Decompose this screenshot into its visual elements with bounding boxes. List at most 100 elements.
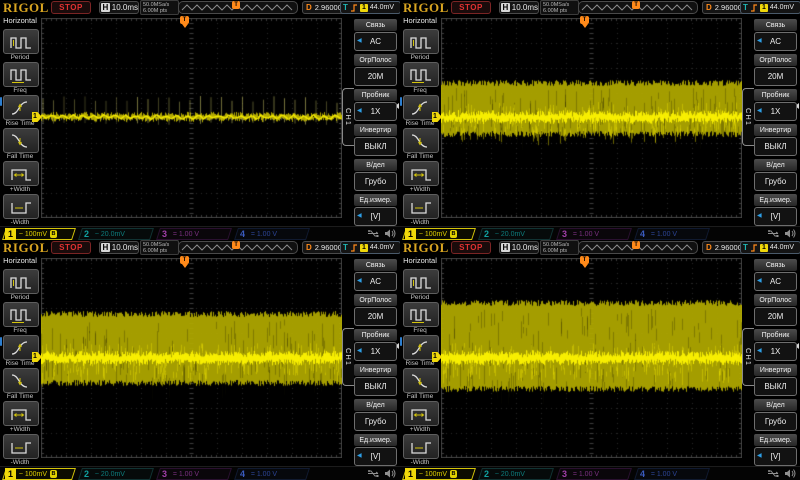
trigger-position-in-memory-icon[interactable]: T xyxy=(632,1,641,9)
menu-item-bandwidth[interactable]: ОгрПолос ◀20M xyxy=(754,54,797,86)
channel4-status[interactable]: 4 = 1.00 V xyxy=(234,468,310,480)
fall-time-button[interactable] xyxy=(3,368,39,393)
probe-value[interactable]: ◀ 1X xyxy=(754,342,797,361)
trigger-position-marker[interactable]: T xyxy=(580,16,589,28)
freq-button[interactable] xyxy=(3,302,39,327)
plus-width-button[interactable] xyxy=(3,401,39,426)
channel1-status[interactable]: 1 ~ 100mV B xyxy=(2,228,76,240)
unit-value[interactable]: ◀ [V] xyxy=(754,447,797,466)
menu-item-unit[interactable]: Ед.измер. ◀ [V] xyxy=(354,434,397,466)
menu-item-unit[interactable]: Ед.измер. ◀ [V] xyxy=(754,194,797,226)
channel3-status[interactable]: 3 = 1.00 V xyxy=(156,228,232,240)
channel3-status[interactable]: 3 = 1.00 V xyxy=(556,468,632,480)
channel1-status[interactable]: 1 ~ 100mV B xyxy=(402,228,476,240)
menu-item-volts-div[interactable]: В/дел ◀Грубо xyxy=(754,159,797,191)
fall-time-button[interactable] xyxy=(403,368,439,393)
channel4-status[interactable]: 4 = 1.00 V xyxy=(634,468,710,480)
channel3-status[interactable]: 3 = 1.00 V xyxy=(556,228,632,240)
memory-position-bar[interactable]: T xyxy=(578,1,698,14)
invert-value[interactable]: ◀ВЫКЛ xyxy=(354,377,397,396)
channel4-status[interactable]: 4 = 1.00 V xyxy=(634,228,710,240)
channel3-status[interactable]: 3 = 1.00 V xyxy=(156,468,232,480)
probe-value[interactable]: ◀ 1X xyxy=(354,342,397,361)
menu-item-coupling[interactable]: Связь ◀ AC xyxy=(354,259,397,291)
plus-width-button[interactable] xyxy=(3,161,39,186)
menu-item-coupling[interactable]: Связь ◀ AC xyxy=(754,259,797,291)
menu-item-invert[interactable]: Инвертир ◀ВЫКЛ xyxy=(354,364,397,396)
channel-menu-tab[interactable]: CH1 xyxy=(342,328,354,386)
invert-value[interactable]: ◀ВЫКЛ xyxy=(754,377,797,396)
menu-item-bandwidth[interactable]: ОгрПолос ◀20M xyxy=(754,294,797,326)
period-button[interactable] xyxy=(403,29,439,54)
channel-menu-tab[interactable]: CH1 xyxy=(342,88,354,146)
probe-value[interactable]: ◀ 1X xyxy=(354,102,397,121)
freq-button[interactable] xyxy=(403,302,439,327)
memory-position-bar[interactable]: T xyxy=(578,241,698,254)
channel1-status[interactable]: 1 ~ 100mV B xyxy=(2,468,76,480)
volts-div-value[interactable]: ◀Грубо xyxy=(354,172,397,191)
freq-button[interactable] xyxy=(3,62,39,87)
fall-time-button[interactable] xyxy=(3,128,39,153)
trigger-position-marker[interactable]: T xyxy=(580,256,589,268)
volts-div-value[interactable]: ◀Грубо xyxy=(754,412,797,431)
menu-item-coupling[interactable]: Связь ◀ AC xyxy=(354,19,397,51)
bandwidth-value[interactable]: ◀20M xyxy=(354,67,397,86)
coupling-value[interactable]: ◀ AC xyxy=(354,32,397,51)
volts-div-value[interactable]: ◀Грубо xyxy=(354,412,397,431)
trigger-position-in-memory-icon[interactable]: T xyxy=(632,241,641,249)
trigger-position-in-memory-icon[interactable]: T xyxy=(232,1,241,9)
minus-width-button[interactable] xyxy=(403,434,439,459)
bandwidth-value[interactable]: ◀20M xyxy=(754,307,797,326)
menu-item-probe[interactable]: Пробник ◀ 1X xyxy=(354,329,397,361)
period-button[interactable] xyxy=(3,29,39,54)
menu-item-invert[interactable]: Инвертир ◀ВЫКЛ xyxy=(354,124,397,156)
period-button[interactable] xyxy=(3,269,39,294)
plus-width-button[interactable] xyxy=(403,161,439,186)
memory-position-bar[interactable]: T xyxy=(178,241,298,254)
channel2-status[interactable]: 2 ~ 20.0mV xyxy=(78,228,154,240)
invert-value[interactable]: ◀ВЫКЛ xyxy=(754,137,797,156)
menu-item-volts-div[interactable]: В/дел ◀Грубо xyxy=(754,399,797,431)
coupling-value[interactable]: ◀ AC xyxy=(754,32,797,51)
channel1-status[interactable]: 1 ~ 100mV B xyxy=(402,468,476,480)
trigger-position-marker[interactable]: T xyxy=(180,16,189,28)
minus-width-button[interactable] xyxy=(403,194,439,219)
bandwidth-value[interactable]: ◀20M xyxy=(354,307,397,326)
menu-item-bandwidth[interactable]: ОгрПолос ◀20M xyxy=(354,294,397,326)
channel2-status[interactable]: 2 ~ 20.0mV xyxy=(478,228,554,240)
menu-item-volts-div[interactable]: В/дел ◀Грубо xyxy=(354,159,397,191)
minus-width-button[interactable] xyxy=(3,434,39,459)
menu-item-bandwidth[interactable]: ОгрПолос ◀20M xyxy=(354,54,397,86)
menu-item-unit[interactable]: Ед.измер. ◀ [V] xyxy=(354,194,397,226)
invert-value[interactable]: ◀ВЫКЛ xyxy=(354,137,397,156)
menu-item-probe[interactable]: Пробник ◀ 1X xyxy=(754,89,797,121)
channel2-status[interactable]: 2 ~ 20.0mV xyxy=(78,468,154,480)
unit-value[interactable]: ◀ [V] xyxy=(354,207,397,226)
menu-item-probe[interactable]: Пробник ◀ 1X xyxy=(754,329,797,361)
memory-position-bar[interactable]: T xyxy=(178,1,298,14)
trigger-position-marker[interactable]: T xyxy=(180,256,189,268)
probe-value[interactable]: ◀ 1X xyxy=(754,102,797,121)
menu-item-invert[interactable]: Инвертир ◀ВЫКЛ xyxy=(754,364,797,396)
menu-item-probe[interactable]: Пробник ◀ 1X xyxy=(354,89,397,121)
volts-div-value[interactable]: ◀Грубо xyxy=(754,172,797,191)
minus-width-button[interactable] xyxy=(3,194,39,219)
channel-menu-tab[interactable]: CH1 xyxy=(742,328,754,386)
menu-item-volts-div[interactable]: В/дел ◀Грубо xyxy=(354,399,397,431)
menu-item-unit[interactable]: Ед.измер. ◀ [V] xyxy=(754,434,797,466)
menu-item-invert[interactable]: Инвертир ◀ВЫКЛ xyxy=(754,124,797,156)
unit-value[interactable]: ◀ [V] xyxy=(754,207,797,226)
coupling-value[interactable]: ◀ AC xyxy=(354,272,397,291)
freq-button[interactable] xyxy=(403,62,439,87)
menu-item-coupling[interactable]: Связь ◀ AC xyxy=(754,19,797,51)
channel2-status[interactable]: 2 ~ 20.0mV xyxy=(478,468,554,480)
trigger-position-in-memory-icon[interactable]: T xyxy=(232,241,241,249)
fall-time-button[interactable] xyxy=(403,128,439,153)
plus-width-button[interactable] xyxy=(403,401,439,426)
coupling-value[interactable]: ◀ AC xyxy=(754,272,797,291)
bandwidth-value[interactable]: ◀20M xyxy=(754,67,797,86)
channel-menu-tab[interactable]: CH1 xyxy=(742,88,754,146)
period-button[interactable] xyxy=(403,269,439,294)
unit-value[interactable]: ◀ [V] xyxy=(354,447,397,466)
channel4-status[interactable]: 4 = 1.00 V xyxy=(234,228,310,240)
